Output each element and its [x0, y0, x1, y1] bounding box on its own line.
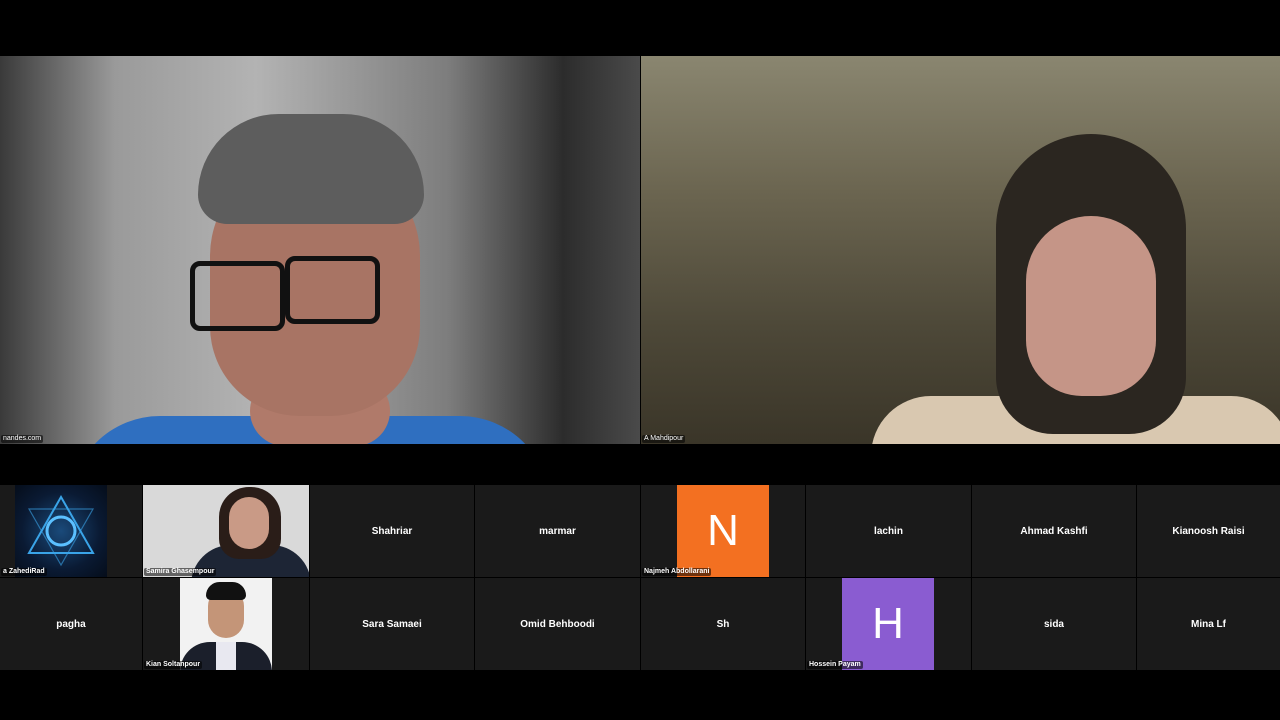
participant-name-tag: Kian Soltanpour: [144, 661, 203, 669]
participant-name: Sara Samaei: [362, 618, 422, 630]
participant-name: Kianoosh Raisi: [1172, 525, 1245, 537]
participant-tile[interactable]: Shahriar: [310, 485, 474, 577]
participant-name: sida: [1043, 618, 1064, 630]
participant-avatar: N: [677, 485, 769, 577]
participant-name-tag: a ZahediRad: [1, 568, 47, 576]
participant-tile[interactable]: N Najmeh Abdollarani: [641, 485, 805, 577]
participant-tile[interactable]: H Hossein Payam: [806, 578, 971, 670]
speaker-video-tile[interactable]: nandes.com: [0, 56, 640, 444]
participant-name: Omid Behboodi: [520, 618, 595, 630]
speaker-name-tag: A Mahdipour: [642, 435, 686, 443]
participant-tile[interactable]: Kianoosh Raisi: [1137, 485, 1280, 577]
gallery-row: a ZahediRad Samira Ghasempour Shahriar m…: [0, 485, 1280, 577]
participant-name: lachin: [874, 525, 903, 537]
participant-tile[interactable]: Sara Samaei: [310, 578, 474, 670]
participant-photo: [180, 578, 272, 670]
triangle-logo-icon: [27, 494, 95, 567]
participant-name: Shahriar: [371, 525, 413, 537]
participant-tile[interactable]: Sh: [641, 578, 805, 670]
avatar-letter: H: [872, 599, 904, 648]
participant-tile[interactable]: Omid Behboodi: [475, 578, 640, 670]
participant-name: pagha: [56, 618, 86, 630]
participant-tile[interactable]: Mina Lf: [1137, 578, 1280, 670]
participant-tile[interactable]: lachin: [806, 485, 971, 577]
participant-tile[interactable]: Kian Soltanpour: [143, 578, 309, 670]
glasses-lens-right: [285, 256, 380, 324]
participant-name: Sh: [716, 618, 730, 630]
glasses-icon: [190, 261, 285, 331]
speaker-name-tag: nandes.com: [1, 435, 44, 443]
participant-figure-head: [229, 497, 269, 549]
participant-tile[interactable]: Ahmad Kashfi: [972, 485, 1136, 577]
gallery-row: pagha Kian Soltanpour Sara Samaei Omid B…: [0, 578, 1280, 670]
meeting-stage: nandes.com A Mahdipour a ZahediRad Samir…: [0, 0, 1280, 720]
participant-tile[interactable]: pagha: [0, 578, 142, 670]
participant-tile[interactable]: sida: [972, 578, 1136, 670]
participant-logo-image: [15, 485, 107, 577]
participant-figure-hair: [206, 582, 246, 600]
participant-tile[interactable]: Samira Ghasempour: [143, 485, 309, 577]
participant-figure-hair: [198, 114, 424, 224]
participant-name-tag: Samira Ghasempour: [144, 568, 217, 576]
participant-tile[interactable]: a ZahediRad: [0, 485, 142, 577]
avatar-letter: N: [707, 506, 739, 555]
participant-name-tag: Hossein Payam: [807, 661, 863, 669]
participant-name-tag: Najmeh Abdollarani: [642, 568, 712, 576]
participant-avatar: H: [842, 578, 934, 670]
participant-figure-shirt: [216, 642, 236, 670]
speaker-video-tile[interactable]: A Mahdipour: [641, 56, 1280, 444]
participant-name: Mina Lf: [1191, 618, 1226, 630]
participant-name: Ahmad Kashfi: [1020, 525, 1088, 537]
participant-tile[interactable]: marmar: [475, 485, 640, 577]
participant-name: marmar: [539, 525, 576, 537]
participant-figure-head: [1026, 216, 1156, 396]
